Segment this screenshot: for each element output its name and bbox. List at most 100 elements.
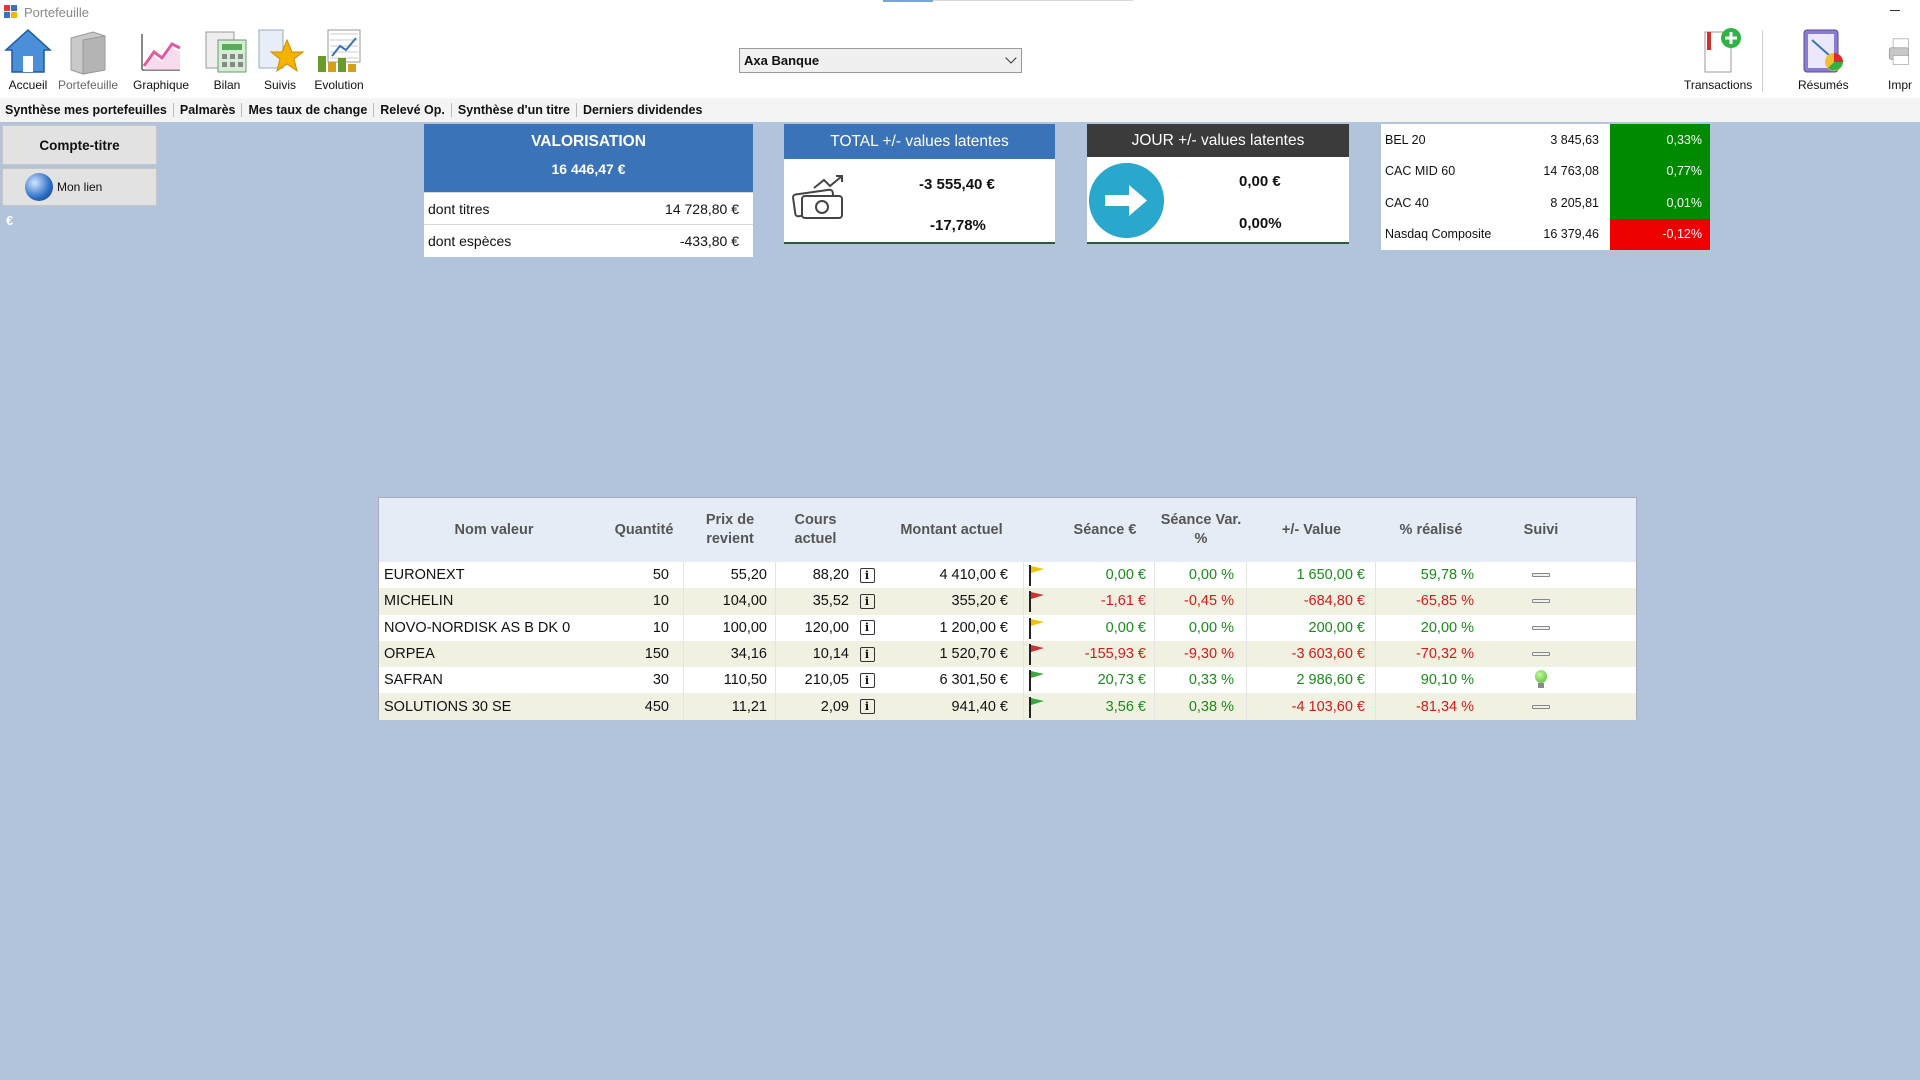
menu-derniers-dividendes[interactable]: Derniers dividendes	[577, 103, 709, 117]
market-indices: BEL 20 3 845,63 0,33% CAC MID 60 14 763,…	[1381, 124, 1710, 250]
cell-info: i	[855, 667, 879, 693]
table-row[interactable]: SOLUTIONS 30 SE 450 11,21 2,09 i 941,40 € 3,56…	[379, 693, 1636, 720]
info-icon[interactable]: i	[859, 620, 875, 636]
summary-icon	[1803, 29, 1844, 73]
cell-cours: 88,20	[812, 567, 849, 584]
col-seance-euro[interactable]: Séance €	[1055, 521, 1155, 540]
title-bar: Portefeuille	[0, 0, 1920, 24]
chevron-down-icon	[1005, 52, 1017, 64]
cell-var: 0,00 %	[1155, 562, 1247, 589]
cell-prix: 110,50	[684, 667, 776, 694]
col-seance-var[interactable]: Séance Var. %	[1155, 511, 1247, 549]
mon-lien-button[interactable]: Mon lien	[2, 168, 157, 206]
cell-qty: 10	[604, 614, 684, 641]
cell-plus-value: 200,00 €	[1247, 614, 1376, 641]
info-icon[interactable]: i	[859, 699, 875, 715]
info-icon[interactable]: i	[859, 567, 875, 583]
info-icon[interactable]: i	[859, 646, 875, 662]
flag-icon	[1029, 591, 1044, 613]
ribbon-separator	[1762, 30, 1763, 92]
lightbulb-icon[interactable]	[1535, 670, 1547, 690]
table-row[interactable]: ORPEA 150 34,16 10,14 i 1 520,70 € -155,93 € -9…	[379, 640, 1636, 668]
compte-titre-button[interactable]: Compte-titre	[2, 125, 157, 165]
resumes-button[interactable]: Résumés	[1798, 26, 1849, 92]
cell-qty: 50	[604, 562, 684, 589]
jour-latent-card: JOUR +/- values latentes 0,00 € 0,00%	[1087, 124, 1349, 244]
cell-name: ORPEA	[384, 646, 435, 663]
menu-releve-op[interactable]: Relevé Op.	[374, 103, 452, 117]
portefeuille-button[interactable]: Portefeuille	[58, 26, 118, 92]
cell-cours: 35,52	[812, 593, 849, 610]
col-cours-actuel[interactable]: Cours actuel	[776, 511, 855, 549]
minus-icon[interactable]	[1532, 625, 1550, 630]
cell-suivi	[1486, 588, 1596, 614]
col-prix-revient[interactable]: Prix de revient	[684, 511, 776, 549]
graphique-button[interactable]: Graphique	[133, 26, 189, 92]
row-value: -433,80 €	[679, 232, 739, 249]
transactions-button[interactable]: Transactions	[1684, 26, 1752, 92]
cell-qty: 150	[604, 640, 684, 668]
cell-seance: 20,73 €	[1055, 667, 1155, 694]
minimize-button[interactable]	[1890, 10, 1900, 11]
imprimer-button[interactable]: Impr	[1888, 26, 1920, 92]
total-latent-percent: -17,78%	[930, 217, 986, 234]
cell-name: SAFRAN	[384, 672, 443, 689]
add-transaction-icon	[1704, 28, 1742, 73]
cell-prix: 100,00	[684, 614, 776, 641]
cell-cours: 2,09	[820, 698, 849, 715]
index-row: Nasdaq Composite 16 379,46 -0,12%	[1381, 218, 1710, 250]
cell-realise: 90,10 %	[1420, 672, 1474, 689]
info-icon[interactable]: i	[859, 593, 875, 609]
evolution-button[interactable]: Evolution	[314, 26, 364, 92]
cell-montant: 4 410,00 €	[879, 562, 1024, 589]
nav-menu: Synthèse mes portefeuilles Palmarès Mes …	[0, 98, 1920, 122]
menu-synthese-titre[interactable]: Synthèse d'un titre	[452, 103, 577, 117]
minus-icon[interactable]	[1532, 599, 1550, 604]
total-latent-title: TOTAL +/- values latentes	[784, 124, 1055, 159]
suivis-button[interactable]: Suivis	[255, 26, 305, 92]
table-row[interactable]: EURONEXT 50 55,20 88,20 i 4 410,00 € 0,00 €0,0…	[379, 562, 1636, 589]
menu-taux-de-change[interactable]: Mes taux de change	[242, 103, 375, 117]
total-latent-amount: -3 555,40 €	[919, 176, 995, 193]
minus-icon[interactable]	[1532, 652, 1550, 657]
cell-suivi	[1486, 667, 1596, 693]
index-name: CAC 40	[1385, 195, 1429, 210]
arrow-right-icon	[1089, 163, 1164, 238]
chart-icon	[141, 34, 181, 71]
cell-suivi	[1486, 615, 1596, 641]
bilan-button[interactable]: Bilan	[202, 26, 252, 92]
app-icon	[4, 5, 18, 19]
cell-var: -0,45 %	[1155, 588, 1247, 615]
row-value: 14 728,80 €	[665, 200, 739, 217]
ribbon: Accueil Portefeuille Graphique Bilan Sui…	[0, 24, 1920, 98]
menu-palmares[interactable]: Palmarès	[174, 103, 243, 117]
window-title: Portefeuille	[24, 4, 90, 20]
home-icon	[4, 28, 52, 73]
cell-qty: 450	[604, 693, 684, 720]
index-name: CAC MID 60	[1385, 164, 1456, 179]
col-realise[interactable]: % réalisé	[1376, 521, 1486, 540]
table-row[interactable]: NOVO-NORDISK AS B DK 0 10 100,00 120,00 i 1 2…	[379, 614, 1636, 641]
account-select[interactable]: Axa Banque	[739, 48, 1022, 73]
minus-icon[interactable]	[1532, 573, 1550, 578]
cell-qty: 10	[604, 588, 684, 615]
col-plus-value[interactable]: +/- Value	[1247, 521, 1376, 540]
accueil-button[interactable]: Accueil	[3, 26, 53, 92]
flag-icon	[1029, 670, 1044, 692]
col-nom-valeur[interactable]: Nom valeur	[379, 521, 604, 540]
menu-synthese-portefeuilles[interactable]: Synthèse mes portefeuilles	[0, 103, 174, 117]
cell-prix: 55,20	[684, 562, 776, 589]
cell-suivi	[1486, 693, 1596, 719]
index-row: CAC MID 60 14 763,08 0,77%	[1381, 155, 1710, 187]
col-quantite[interactable]: Quantité	[604, 521, 684, 540]
info-icon[interactable]: i	[859, 672, 875, 688]
col-suivi[interactable]: Suivi	[1486, 521, 1596, 540]
table-row[interactable]: MICHELIN 10 104,00 35,52 i 355,20 € -1,61 € -0,…	[379, 588, 1636, 615]
table-row[interactable]: SAFRAN 30 110,50 210,05 i 6 301,50 € 20,73 €0,…	[379, 667, 1636, 694]
cell-realise: 20,00 %	[1420, 619, 1474, 636]
globe-icon	[25, 173, 53, 201]
minus-icon[interactable]	[1532, 704, 1550, 709]
col-montant-actuel[interactable]: Montant actuel	[879, 521, 1024, 540]
index-change: 0,33%	[1610, 124, 1710, 156]
cell-info: i	[855, 615, 879, 641]
